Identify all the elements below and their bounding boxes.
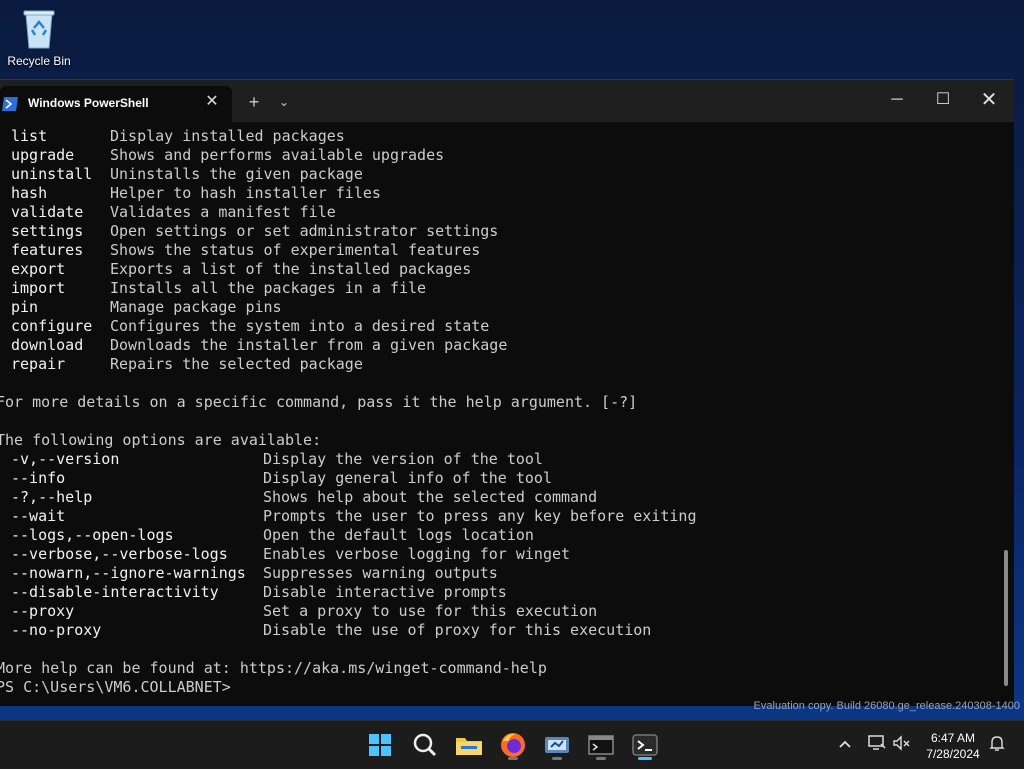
firefox-icon[interactable] — [497, 729, 529, 761]
evaluation-watermark: Evaluation copy. Build 26080.ge_release.… — [753, 700, 1020, 712]
terminal-active-indicator — [638, 757, 652, 760]
chevron-up-icon[interactable] — [834, 734, 856, 756]
cmd-running-indicator — [596, 757, 606, 760]
terminal-scrollbar[interactable] — [1004, 550, 1008, 686]
search-icon[interactable] — [409, 729, 441, 761]
cmd-icon[interactable] — [585, 729, 617, 761]
tab-close-icon[interactable]: ✕ — [202, 92, 222, 112]
new-tab-button[interactable]: + — [244, 90, 264, 114]
minimize-button[interactable]: ─ — [874, 84, 920, 116]
tab-windows-powershell[interactable]: Windows PowerShell ✕ — [0, 86, 232, 122]
tab-dropdown-button[interactable]: ⌄ — [274, 90, 294, 114]
system-clock[interactable]: 6:47 AM 7/28/2024 — [918, 730, 988, 762]
volume-muted-icon[interactable] — [891, 734, 913, 756]
powershell-window[interactable]: Windows PowerShell ✕ + ⌄ ─ ☐ ✕ list Displ… — [0, 79, 1014, 706]
close-window-button[interactable]: ✕ — [966, 84, 1012, 116]
maximize-button[interactable]: ☐ — [920, 84, 966, 116]
taskbar: 6:47 AM 7/28/2024 — [0, 720, 1024, 769]
window-titlebar[interactable]: Windows PowerShell ✕ + ⌄ ─ ☐ ✕ — [0, 80, 1014, 122]
recycle-bin-icon — [22, 8, 56, 50]
notification-bell-icon[interactable] — [986, 734, 1008, 756]
file-explorer-icon[interactable] — [453, 729, 485, 761]
firefox-running-indicator — [508, 757, 518, 760]
powershell-icon — [2, 97, 18, 111]
recycle-bin[interactable]: Recycle Bin — [6, 8, 72, 68]
network-tool-icon[interactable] — [541, 729, 573, 761]
recycle-bin-label: Recycle Bin — [7, 54, 71, 68]
terminal-icon[interactable] — [629, 729, 661, 761]
network-tool-running-indicator — [552, 757, 562, 760]
terminal-output[interactable]: list Display installed packages upgrade Sh… — [0, 126, 1000, 704]
clock-time: 6:47 AM — [930, 731, 976, 745]
start-icon[interactable] — [364, 729, 396, 761]
tab-title: Windows PowerShell — [28, 96, 149, 110]
clock-date: 7/28/2024 — [926, 747, 980, 761]
network-icon[interactable] — [866, 734, 888, 756]
